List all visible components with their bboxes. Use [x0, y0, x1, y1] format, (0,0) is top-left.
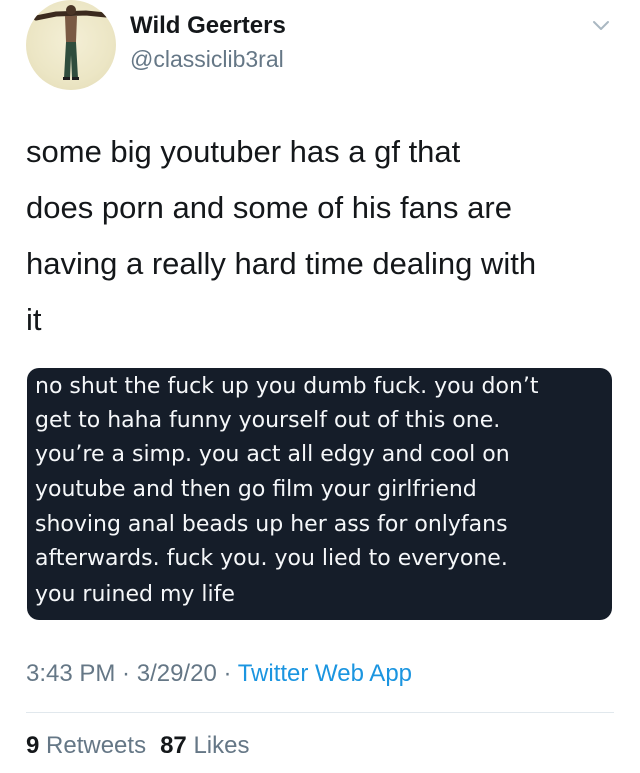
avatar[interactable]	[26, 0, 116, 90]
attachment-line: no shut the fuck up you dumb fuck. you d…	[35, 374, 539, 399]
tweet-meta: 3:43 PM · 3/29/20 · Twitter Web App	[26, 660, 412, 688]
retweets-stat[interactable]: 9 Retweets	[26, 732, 146, 759]
meta-separator: ·	[115, 660, 137, 687]
tweet-text: some big youtuber has a gf that does por…	[26, 124, 626, 348]
tweet-stats: 9 Retweets 87 Likes	[26, 732, 249, 760]
retweets-count: 9	[26, 732, 40, 759]
tweet-line: it	[26, 302, 42, 337]
tweet-header: Wild Geerters @classiclib3ral	[0, 0, 640, 100]
tweet-line: some big youtuber has a gf that	[26, 134, 461, 169]
likes-label: Likes	[193, 732, 250, 759]
tweet-line: does porn and some of his fans are	[26, 190, 512, 225]
attachment-line: afterwards. fuck you. you lied to everyo…	[35, 546, 508, 571]
avatar-image	[33, 5, 109, 80]
attachment-line: you’re a simp. you act all edgy and cool…	[35, 442, 510, 467]
likes-count: 87	[160, 732, 187, 759]
divider	[26, 712, 614, 713]
tweet-source-link[interactable]: Twitter Web App	[238, 660, 412, 687]
attachment-line: get to haha funny yourself out of this o…	[35, 408, 501, 433]
author-name[interactable]: Wild Geerters	[130, 12, 286, 40]
chevron-down-icon[interactable]	[590, 14, 612, 36]
tweet-time[interactable]: 3:43 PM	[26, 660, 115, 687]
meta-separator: ·	[216, 660, 238, 687]
likes-stat[interactable]: 87 Likes	[160, 732, 249, 759]
attachment-line: you ruined my life	[35, 582, 235, 607]
attachment-line: shoving anal beads up her ass for onlyfa…	[35, 512, 508, 537]
tweet-line: having a really hard time dealing with	[26, 246, 537, 281]
attachment-line: youtube and then go film your girlfriend	[35, 477, 477, 502]
retweets-label: Retweets	[46, 732, 147, 759]
attached-image[interactable]: no shut the fuck up you dumb fuck. you d…	[27, 368, 612, 620]
tweet-date[interactable]: 3/29/20	[137, 660, 217, 687]
author-handle[interactable]: @classiclib3ral	[130, 46, 284, 73]
